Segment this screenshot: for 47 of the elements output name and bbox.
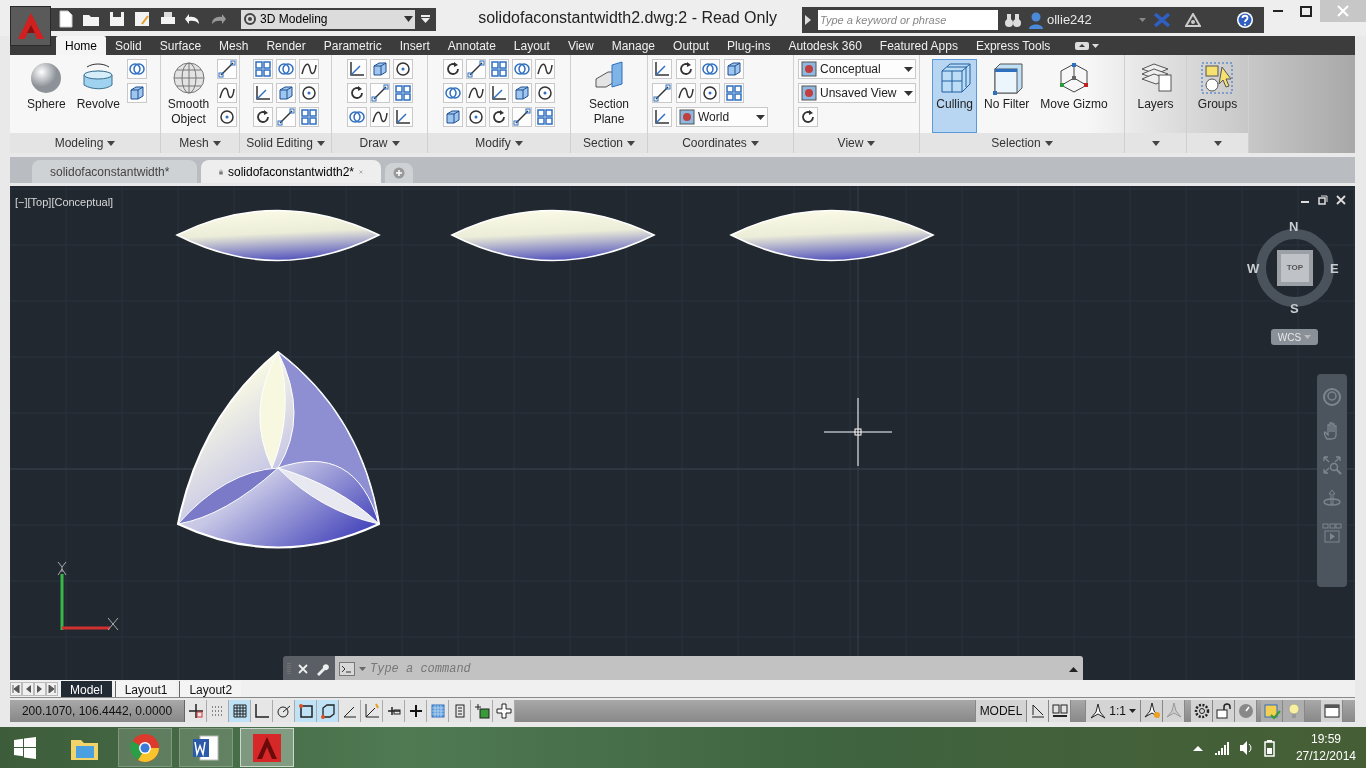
large-tool-button[interactable]: No Filter: [980, 59, 1034, 133]
ribbon-tab[interactable]: View: [558, 36, 603, 55]
command-input-field[interactable]: Type a command: [368, 656, 1063, 680]
ribbon-tab[interactable]: Annotate: [438, 36, 505, 55]
dropdown-field[interactable]: World: [676, 107, 768, 127]
large-tool-button[interactable]: Revolve: [72, 59, 125, 133]
ribbon-tab[interactable]: Mesh: [210, 36, 258, 55]
file-tab[interactable]: solidofaconstantwidth*: [32, 160, 197, 183]
viewport-controls-label[interactable]: [−][Top][Conceptual]: [15, 194, 114, 211]
window-title: solidofaconstantwidth2.dwg:2 - Read Only: [478, 8, 777, 28]
compass-letter: E: [1330, 260, 1339, 278]
ribbon-tab[interactable]: Render: [257, 36, 315, 55]
ribbon-tab[interactable]: Insert: [390, 36, 439, 55]
ribbon-tab[interactable]: Plug-ins: [718, 36, 780, 55]
ribbon-tab[interactable]: Home: [56, 36, 106, 55]
layout-tab[interactable]: Layout1: [114, 680, 177, 697]
file-tab[interactable]: solidofaconstantwidth2*: [201, 160, 381, 183]
viewcube-face[interactable]: TOP: [1277, 250, 1313, 286]
ribbon-tab[interactable]: Output: [664, 36, 719, 55]
compass-letter: W: [1247, 260, 1260, 278]
dropdown-field[interactable]: Unsaved View: [798, 83, 916, 103]
large-tool-button[interactable]: Layers: [1133, 59, 1178, 133]
large-tool-button[interactable]: Smooth Object: [163, 59, 214, 133]
layout-tab[interactable]: Layout2: [179, 680, 242, 697]
ribbon-tab[interactable]: Parametric: [314, 36, 391, 55]
ribbon-tab[interactable]: Express Tools: [966, 36, 1060, 55]
large-tool-button[interactable]: Move Gizmo: [1036, 59, 1112, 133]
workspace-dropdown[interactable]: 3D Modeling: [241, 9, 415, 29]
ribbon-tab[interactable]: Featured Apps: [870, 36, 967, 55]
large-tool-button[interactable]: Sphere: [22, 59, 70, 133]
dropdown-field[interactable]: Conceptual: [798, 59, 916, 79]
large-tool-button[interactable]: Groups: [1193, 59, 1242, 133]
ribbon-tab[interactable]: Layout: [504, 36, 559, 55]
large-tool-button[interactable]: Section Plane: [573, 59, 645, 133]
ribbon-tab[interactable]: Solid: [106, 36, 151, 55]
compass-letter: S: [1290, 300, 1299, 318]
model-tab[interactable]: Model: [61, 680, 112, 697]
ribbon-tab[interactable]: Manage: [602, 36, 665, 55]
search-field[interactable]: Type a keyword or phrase: [818, 10, 998, 30]
ribbon-tab[interactable]: Autodesk 360: [779, 36, 871, 55]
large-tool-button[interactable]: Culling: [932, 59, 977, 133]
ribbon-tab[interactable]: Surface: [150, 36, 211, 55]
annotation-scale-button[interactable]: 1:1: [1085, 700, 1141, 722]
model-space-button[interactable]: MODEL: [974, 700, 1028, 722]
clock-button[interactable]: 19:59 27/12/2014: [1295, 730, 1356, 765]
user-menu-button[interactable]: ollie242: [1028, 10, 1146, 30]
compass-letter: N: [1289, 218, 1299, 236]
